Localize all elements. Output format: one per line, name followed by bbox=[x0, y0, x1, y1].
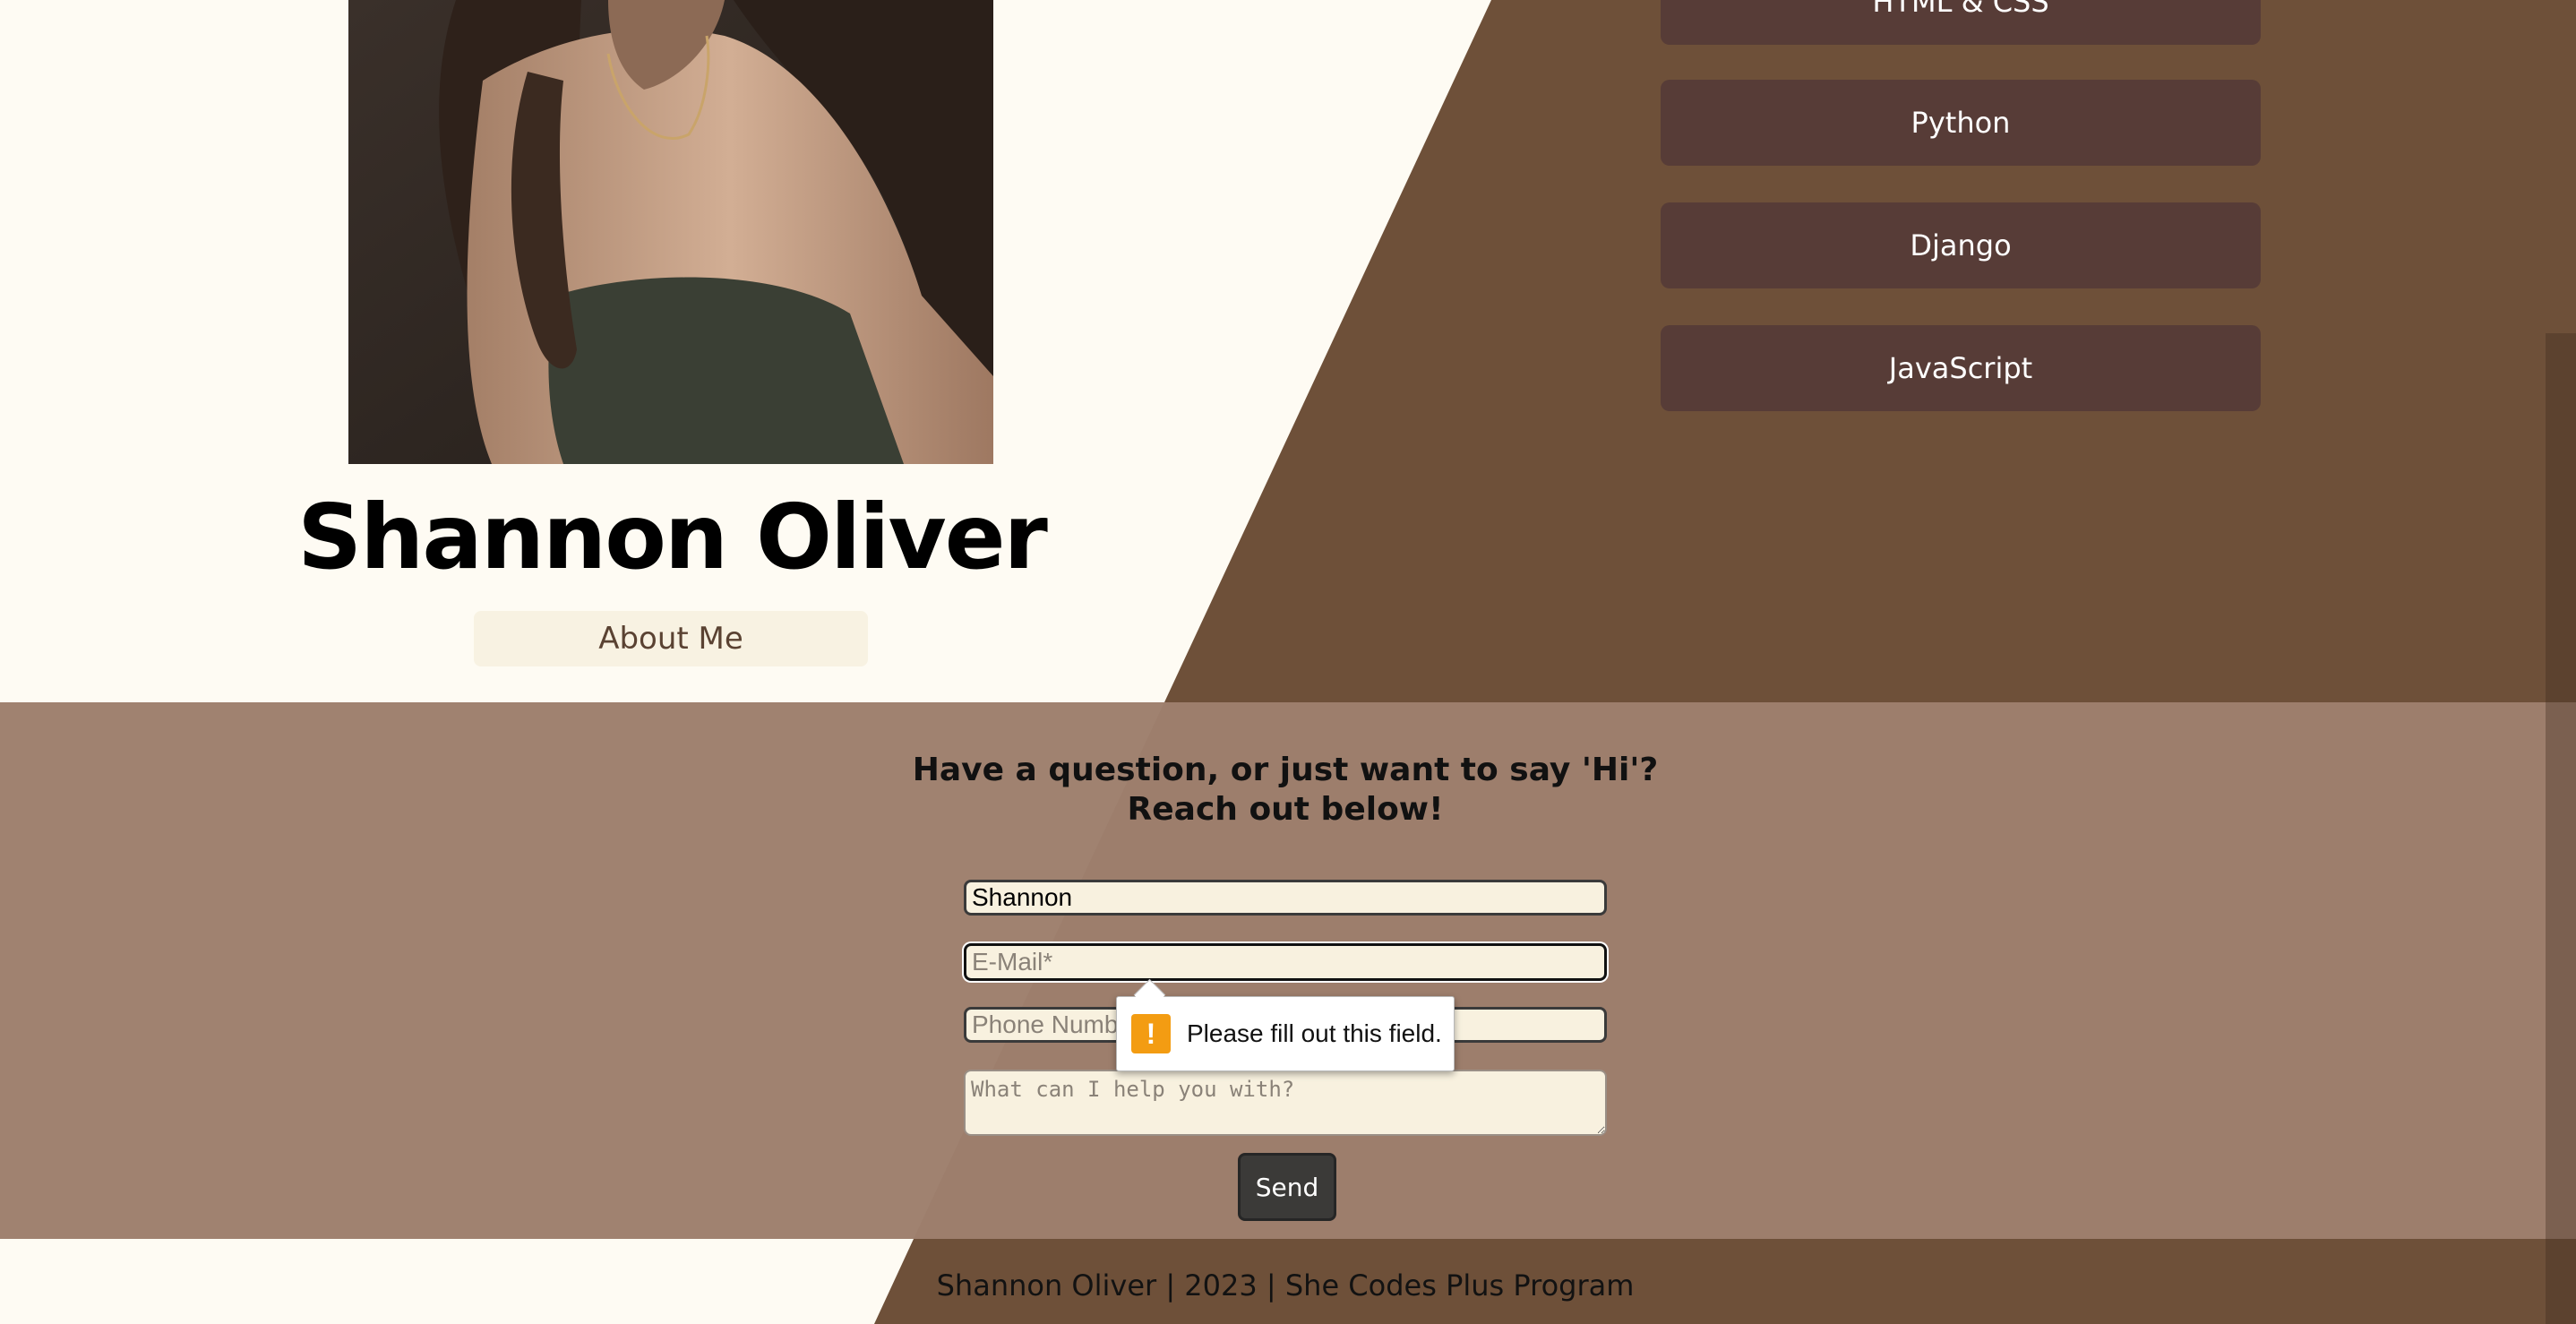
warning-icon: ! bbox=[1131, 1014, 1171, 1053]
skill-button-django[interactable]: Django bbox=[1661, 202, 2261, 288]
footer-text: Shannon Oliver | 2023 | She Codes Plus P… bbox=[936, 1268, 1635, 1303]
about-me-button[interactable]: About Me bbox=[474, 611, 868, 666]
contact-heading: Have a question, or just want to say 'Hi… bbox=[878, 751, 1693, 830]
email-field[interactable] bbox=[964, 943, 1607, 981]
page-scrollbar[interactable] bbox=[2546, 333, 2576, 1324]
profile-name: Shannon Oliver bbox=[297, 485, 1048, 589]
skill-button-javascript[interactable]: JavaScript bbox=[1661, 325, 2261, 411]
validation-tooltip: ! Please fill out this field. bbox=[1116, 978, 1455, 1071]
message-field[interactable] bbox=[964, 1070, 1607, 1136]
send-button[interactable]: Send bbox=[1238, 1153, 1336, 1221]
name-field[interactable] bbox=[964, 880, 1607, 916]
contact-heading-line2: Reach out below! bbox=[1127, 791, 1444, 828]
contact-heading-line1: Have a question, or just want to say 'Hi… bbox=[912, 752, 1659, 788]
skill-button-html-css[interactable]: HTML & CSS bbox=[1661, 0, 2261, 45]
validation-message: Please fill out this field. bbox=[1187, 1019, 1442, 1047]
profile-portrait bbox=[348, 0, 993, 464]
skill-button-python[interactable]: Python bbox=[1661, 80, 2261, 166]
